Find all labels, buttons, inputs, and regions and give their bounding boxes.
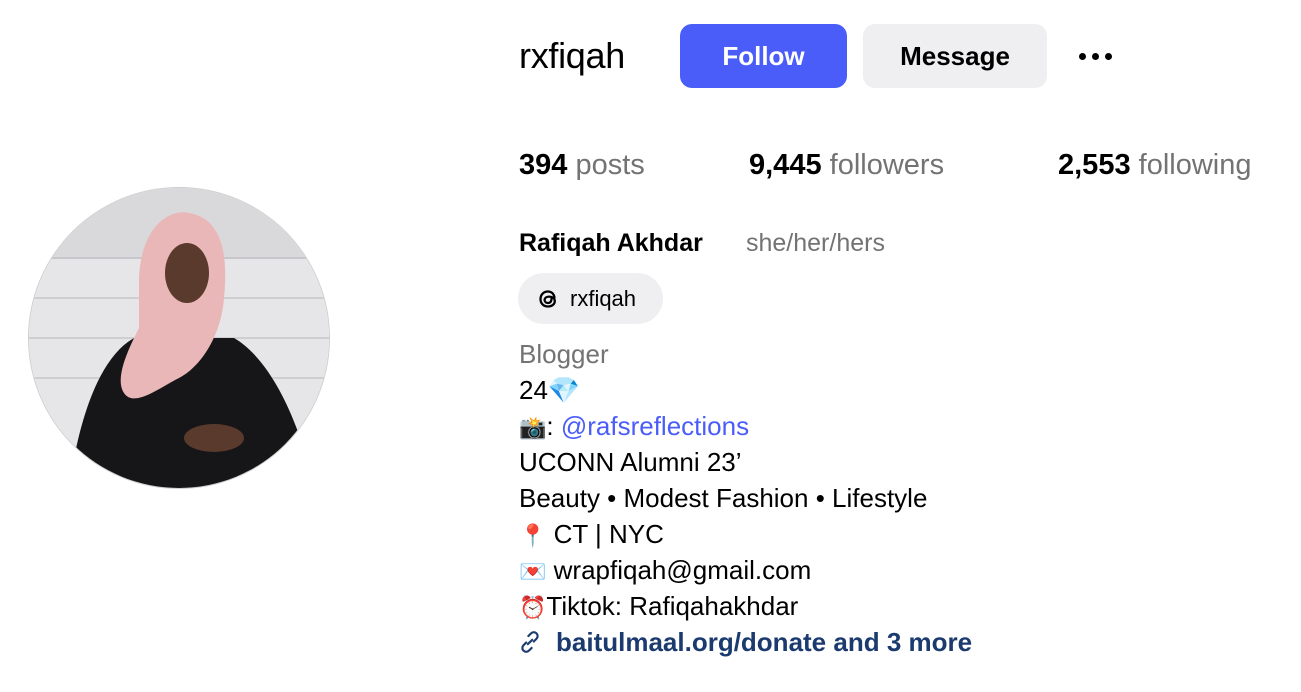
external-link-text: baitulmaal.org/donate and 3 more — [556, 627, 973, 657]
mention-link[interactable]: @rafsreflections — [561, 411, 749, 441]
profile-page: rxfiqah Follow Message 394 posts 9,445 f… — [0, 0, 1301, 692]
link-icon — [521, 631, 539, 653]
profile-pronouns: she/her/hers — [746, 229, 885, 257]
threads-handle: rxfiqah — [570, 285, 637, 311]
followers-label: followers — [829, 149, 945, 181]
posts-stat: 394 posts — [519, 146, 645, 184]
profile-username: rxfiqah — [519, 35, 625, 76]
bio-topics-line: Beauty • Modest Fashion • Lifestyle — [519, 483, 928, 513]
threads-badge[interactable]: rxfiqah — [518, 273, 663, 324]
followers-count: 9,445 — [749, 149, 822, 181]
bio-photo-line: 📸: @rafsreflections — [519, 410, 749, 444]
posts-count: 394 — [519, 149, 568, 181]
bio-tiktok-text: Tiktok: Rafiqahakhdar — [546, 591, 799, 621]
more-options-icon[interactable] — [1070, 40, 1120, 72]
threads-icon — [539, 289, 556, 308]
bio-email-line: 💌 wrapfiqah@gmail.com — [519, 554, 811, 588]
bio-photo-separator: : — [546, 411, 561, 441]
bio-location-text: CT | NYC — [546, 519, 664, 549]
posts-label: posts — [575, 149, 645, 181]
followers-stat[interactable]: 9,445 followers — [749, 146, 944, 184]
bio-location-line: 📍 CT | NYC — [519, 518, 664, 552]
following-count: 2,553 — [1058, 149, 1131, 181]
more-dot — [1078, 52, 1086, 60]
bio-email-text: wrapfiqah@gmail.com — [546, 555, 812, 585]
bio-tiktok-line: ⏰Tiktok: Rafiqahakhdar — [519, 590, 798, 624]
profile-full-name: Rafiqah Akhdar — [519, 229, 703, 257]
external-links[interactable]: baitulmaal.org/donate and 3 more — [517, 626, 972, 658]
alarm-clock-icon: ⏰ — [519, 595, 547, 620]
bio-school-line: UCONN Alumni 23’ — [519, 447, 742, 477]
more-dot — [1091, 52, 1099, 60]
pin-icon: 📍 — [519, 523, 547, 548]
following-stat[interactable]: 2,553 following — [1058, 146, 1251, 184]
message-button[interactable]: Message — [863, 24, 1047, 88]
more-dot — [1104, 52, 1112, 60]
profile-category: Blogger — [519, 339, 609, 369]
bio-age-line: 24💎 — [519, 375, 581, 405]
love-letter-icon: 💌 — [519, 559, 547, 584]
follow-button[interactable]: Follow — [680, 24, 847, 88]
following-label: following — [1138, 149, 1252, 181]
profile-avatar[interactable] — [29, 188, 329, 488]
avatar-photo — [29, 188, 329, 488]
camera-flash-icon: 📸 — [519, 415, 547, 440]
